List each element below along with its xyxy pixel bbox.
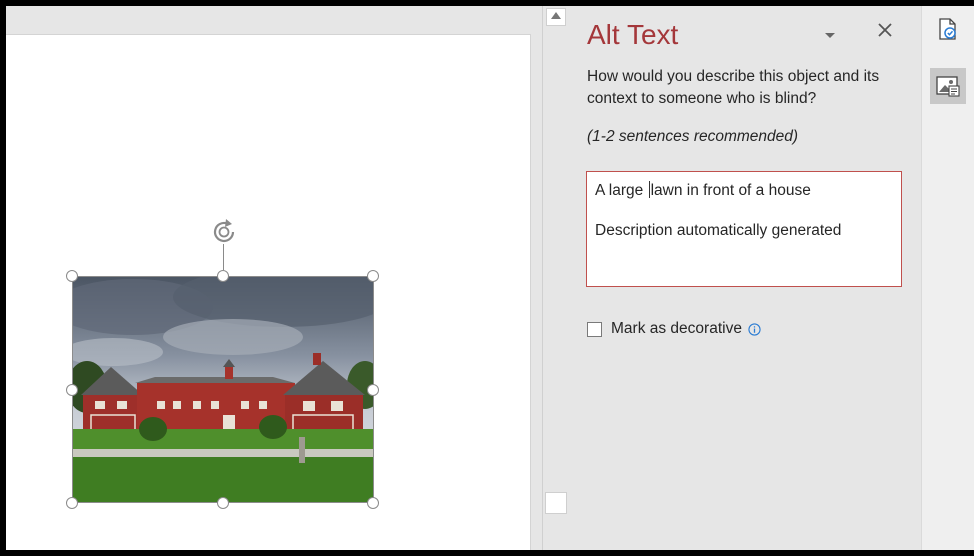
accessibility-check-icon[interactable] [930,12,966,48]
scroll-up-button[interactable] [546,8,566,26]
resize-handle-top-left[interactable] [66,270,78,282]
close-icon[interactable] [876,20,894,44]
alt-text-line-1-start: A large [595,182,648,199]
text-cursor [648,181,650,198]
alt-text-line-2: Description automatically generated [595,222,842,239]
mark-decorative-checkbox[interactable] [587,321,602,337]
scrollbar-thumb[interactable] [545,492,567,514]
chevron-down-icon[interactable] [822,28,838,40]
info-icon[interactable] [748,322,761,336]
resize-handle-right[interactable] [367,384,379,396]
resize-handle-bottom-left[interactable] [66,497,78,509]
rotation-connector [223,244,224,270]
rotate-icon[interactable] [209,217,239,247]
page-gap [6,6,542,34]
resize-handle-left[interactable] [66,384,78,396]
pane-hint: (1-2 sentences recommended) [587,128,799,145]
alt-text-line-1-end: lawn in front of a house [650,182,811,199]
alt-text-line-1: A large lawn in front of a house [595,181,893,201]
resize-handle-bottom[interactable] [217,497,229,509]
pane-title: Alt Text [587,19,679,50]
resize-handle-top[interactable] [217,270,229,282]
alt-text-pane: Alt Text How would you describe this obj… [570,6,921,550]
mark-decorative-row: Mark as decorative [587,319,761,339]
app-window: Alt Text How would you describe this obj… [6,6,974,550]
resize-handle-bottom-right[interactable] [367,497,379,509]
alt-text-input[interactable]: A large lawn in front of a house Descrip… [586,171,902,287]
side-ribbon [921,6,974,550]
pane-question: How would you describe this object and i… [587,68,880,107]
vertical-scrollbar[interactable] [542,6,571,550]
scroll-up-arrow-icon [551,12,561,19]
mark-decorative-label[interactable]: Mark as decorative [611,320,742,338]
picture-selection-frame [72,276,374,503]
resize-handle-top-right[interactable] [367,270,379,282]
alt-text-icon[interactable] [930,68,966,104]
